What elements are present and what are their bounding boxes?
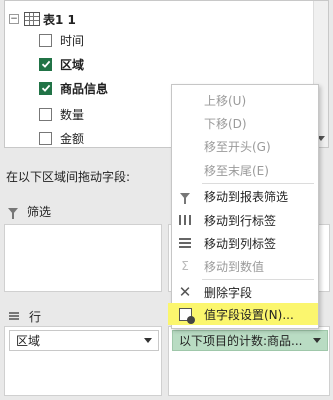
field-item[interactable]: 时间 [39,30,84,50]
menu-item-value-field-settings[interactable]: 值字段设置(N)... [168,303,318,325]
field-label: 数量 [60,107,85,122]
rows-label: 行 [29,309,42,324]
filter-icon [180,193,190,204]
menu-item-label: 移动到行标签 [204,213,277,228]
field-checkbox-checked[interactable] [39,57,52,71]
table-name: 表1 1 [43,12,76,27]
table-node[interactable]: − 表1 1 [5,9,76,29]
rows-field-label: 区域 [16,334,41,348]
field-checkbox[interactable] [39,107,52,121]
menu-item-move-to-end[interactable]: 移至末尾(E) [172,159,318,181]
menu-item-label: 移至开头(G) [204,139,271,154]
menu-item-label: 删除字段 [204,285,253,300]
filters-label: 筛选 [27,204,52,219]
field-item[interactable]: 商品信息 [39,78,108,98]
filters-drop-area[interactable] [4,224,162,292]
column-labels-icon [179,238,191,248]
field-label: 商品信息 [60,81,109,96]
context-menu: 上移(U) 下移(D) 移至开头(G) 移至末尾(E) 移动到报表筛选 移动到行… [168,84,319,329]
field-item[interactable]: 区域 [39,54,84,74]
field-label: 区域 [60,57,85,72]
menu-separator [202,279,314,280]
menu-item-label: 移动到数值 [204,259,265,274]
values-field-label: 以下项目的计数:商品... [179,334,303,348]
menu-item-move-to-rows[interactable]: 移动到行标签 [172,209,318,231]
menu-item-label: 移动到列标签 [204,236,277,251]
menu-item-move-up[interactable]: 上移(U) [172,89,318,111]
chevron-down-icon[interactable] [144,338,152,343]
values-drop-area[interactable]: 以下项目的计数:商品... [168,326,330,396]
menu-item-label: 下移(D) [204,116,247,131]
field-item[interactable]: 金额 [39,128,84,148]
rows-icon [9,312,19,320]
areas-hint: 在以下区域间拖动字段: [6,170,131,184]
menu-item-move-to-start[interactable]: 移至开头(G) [172,135,318,157]
menu-separator [202,183,314,184]
chevron-down-icon[interactable] [313,338,321,343]
delete-x-icon: ✕ [178,283,192,301]
field-checkbox[interactable] [39,33,52,47]
menu-item-label: 移至末尾(E) [204,163,269,178]
menu-item-label: 移动到报表筛选 [204,189,289,204]
menu-item-move-down[interactable]: 下移(D) [172,112,318,134]
rows-header: 行 [9,308,41,324]
menu-item-move-to-columns[interactable]: 移动到列标签 [172,232,318,254]
rows-drop-area[interactable]: 区域 [4,326,162,396]
collapse-icon[interactable]: − [9,14,19,24]
field-settings-icon [178,307,195,324]
filters-header: 筛选 [8,203,51,219]
menu-item-label: 值字段设置(N)... [204,307,294,322]
field-label: 时间 [60,33,85,48]
menu-item-remove-field[interactable]: ✕ 删除字段 [172,281,318,303]
field-checkbox[interactable] [39,131,52,145]
filter-icon [8,208,18,219]
menu-item-label: 上移(U) [204,93,247,108]
sigma-icon: Σ [181,259,189,273]
menu-item-move-to-filter[interactable]: 移动到报表筛选 [172,185,318,207]
row-labels-icon [179,215,191,225]
menu-item-move-to-values[interactable]: Σ 移动到数值 [172,255,318,277]
field-label: 金额 [60,131,85,146]
field-checkbox-checked[interactable] [39,81,52,95]
rows-field-dropdown[interactable]: 区域 [9,330,159,351]
values-field-dropdown[interactable]: 以下项目的计数:商品... [172,330,328,351]
field-item[interactable]: 数量 [39,104,84,124]
table-icon [24,12,40,26]
